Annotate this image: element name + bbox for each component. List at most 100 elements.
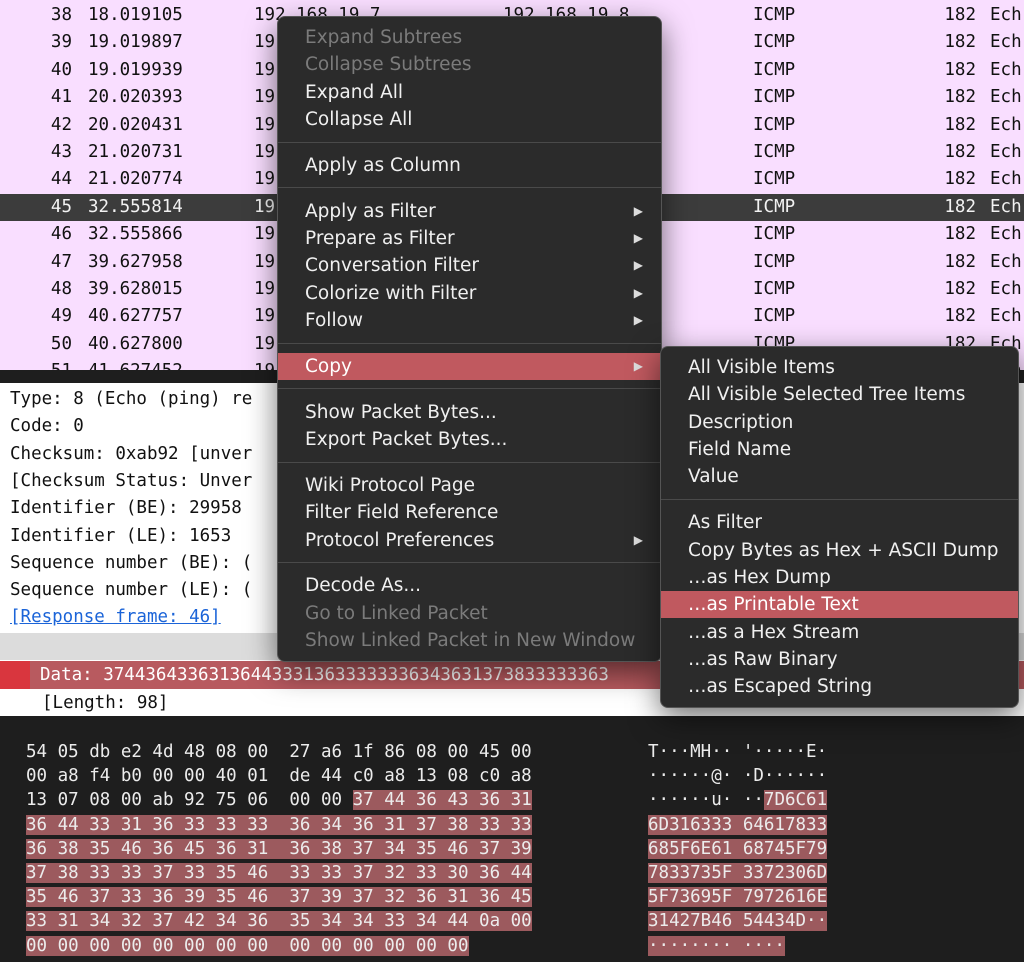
menu-item-conversation-filter[interactable]: Conversation Filter ▶ bbox=[278, 252, 661, 279]
menu-item-go-to-linked-packet: Go to Linked Packet bbox=[278, 600, 661, 627]
chevron-right-icon: ▶ bbox=[633, 312, 643, 327]
ascii-bytes-selected: 7833735F 3372306D bbox=[648, 863, 828, 883]
menu-item-label: Follow bbox=[305, 309, 364, 331]
ascii-row[interactable]: T···MH·· '·····E· bbox=[648, 740, 827, 764]
detail-field[interactable]: Sequence number (BE): ( bbox=[10, 550, 252, 577]
hex-bytes-selected: 35 46 37 33 36 39 35 46 37 39 37 32 36 3… bbox=[26, 887, 532, 908]
menu-item-as-hex-dump[interactable]: …as Hex Dump bbox=[661, 564, 1018, 591]
menu-item-label: Decode As... bbox=[305, 575, 422, 597]
ascii-row[interactable]: 7833735F 3372306D bbox=[648, 861, 828, 885]
packet-time: 18.019105 bbox=[88, 5, 183, 25]
menu-item-label: …as Hex Dump bbox=[688, 566, 831, 588]
menu-item-as-a-hex-stream[interactable]: …as a Hex Stream bbox=[661, 619, 1018, 646]
ascii-row[interactable]: ······u· ··7D6C61 bbox=[648, 788, 828, 812]
hex-row[interactable]: 37 38 33 33 37 33 35 46 33 33 37 32 33 3… bbox=[26, 861, 532, 885]
context-menu[interactable]: Expand Subtrees Collapse Subtrees Expand A… bbox=[277, 16, 662, 662]
detail-field[interactable]: Type: 8 (Echo (ping) re bbox=[10, 386, 252, 413]
menu-item-copy[interactable]: Copy ▶ bbox=[278, 352, 661, 381]
copy-submenu[interactable]: All Visible Items All Visible Selected Tr… bbox=[660, 346, 1019, 708]
hex-row[interactable]: 36 38 35 46 36 45 36 31 36 38 37 34 35 4… bbox=[26, 837, 532, 861]
ascii-row[interactable]: ········ ···· bbox=[648, 934, 785, 958]
packet-time: 19.019897 bbox=[88, 32, 183, 53]
menu-item-value[interactable]: Value bbox=[661, 463, 1018, 490]
menu-item-protocol-preferences[interactable]: Protocol Preferences ▶ bbox=[278, 527, 661, 554]
ascii-bytes-selected: 7D6C61 bbox=[763, 790, 828, 811]
detail-field[interactable]: Identifier (BE): 29958 bbox=[10, 495, 242, 522]
hex-row[interactable]: 33 31 34 32 37 42 34 36 35 34 34 33 34 4… bbox=[26, 909, 532, 933]
menu-item-as-raw-binary[interactable]: …as Raw Binary bbox=[661, 646, 1018, 673]
menu-item-field-name[interactable]: Field Name bbox=[661, 436, 1018, 463]
hex-row[interactable]: 00 00 00 00 00 00 00 00 00 00 00 00 00 0… bbox=[26, 934, 469, 958]
menu-item-prepare-as-filter[interactable]: Prepare as Filter ▶ bbox=[278, 225, 661, 252]
menu-item-all-visible-selected-tree-items[interactable]: All Visible Selected Tree Items bbox=[661, 381, 1018, 408]
menu-item-expand-all[interactable]: Expand All bbox=[278, 79, 661, 106]
hex-bytes: 13 07 08 00 ab 92 75 06 00 00 bbox=[26, 790, 353, 811]
packet-protocol: ICMP bbox=[753, 114, 796, 135]
packet-info: Ech bbox=[990, 169, 1022, 190]
packet-info: Ech bbox=[990, 5, 1022, 25]
detail-field[interactable]: Sequence number (LE): ( bbox=[10, 577, 252, 604]
ascii-row[interactable]: 6D316333 64617833 bbox=[648, 813, 828, 837]
response-frame-link[interactable]: [Response frame: 46] bbox=[10, 604, 221, 631]
detail-field[interactable]: Checksum: 0xab92 [unver bbox=[10, 441, 252, 468]
length-field[interactable]: [Length: 98] bbox=[42, 690, 168, 716]
menu-item-wiki-protocol-page[interactable]: Wiki Protocol Page bbox=[278, 472, 661, 499]
packet-time: 39.628015 bbox=[88, 279, 183, 299]
hex-row[interactable]: 36 44 33 31 36 33 33 33 36 34 36 31 37 3… bbox=[26, 813, 532, 837]
hex-row[interactable]: 00 a8 f4 b0 00 00 40 01 de 44 c0 a8 13 0… bbox=[26, 764, 532, 788]
hex-row[interactable]: 13 07 08 00 ab 92 75 06 00 00 37 44 36 4… bbox=[26, 788, 532, 812]
menu-item-as-printable-text[interactable]: …as Printable Text bbox=[661, 591, 1018, 619]
packet-source: 19 bbox=[254, 169, 276, 190]
hex-row[interactable]: 35 46 37 33 36 39 35 46 37 39 37 32 36 3… bbox=[26, 885, 532, 909]
hex-row[interactable]: 54 05 db e2 4d 48 08 00 27 a6 1f 86 08 0… bbox=[26, 740, 532, 764]
menu-item-collapse-all[interactable]: Collapse All bbox=[278, 106, 661, 133]
menu-item-all-visible-items[interactable]: All Visible Items bbox=[661, 354, 1018, 381]
packet-info: Ech bbox=[990, 59, 1022, 80]
menu-item-label: Colorize with Filter bbox=[305, 282, 477, 304]
menu-item-export-packet-bytes[interactable]: Export Packet Bytes... bbox=[278, 426, 661, 453]
hex-bytes-selected: 33 31 34 32 37 42 34 36 35 34 34 33 34 4… bbox=[26, 911, 532, 932]
packet-info: Ech bbox=[990, 142, 1022, 162]
packet-number: 48 bbox=[50, 279, 72, 299]
packet-length: 182 bbox=[944, 169, 976, 190]
menu-item-label: Apply as Filter bbox=[305, 200, 436, 222]
menu-item-decode-as[interactable]: Decode As... bbox=[278, 572, 661, 599]
packet-protocol: ICMP bbox=[753, 59, 796, 80]
menu-item-apply-as-column[interactable]: Apply as Column bbox=[278, 152, 661, 179]
detail-field[interactable]: Identifier (LE): 1653 bbox=[10, 523, 231, 550]
menu-item-label: Wiki Protocol Page bbox=[305, 474, 475, 496]
menu-item-colorize-with-filter[interactable]: Colorize with Filter ▶ bbox=[278, 280, 661, 307]
ascii-bytes-selected: 31427B46 54434D·· bbox=[648, 911, 828, 932]
detail-field[interactable]: [Checksum Status: Unver bbox=[10, 468, 252, 495]
packet-bytes-pane[interactable]: 54 05 db e2 4d 48 08 00 27 a6 1f 86 08 0… bbox=[0, 716, 1024, 962]
menu-item-as-filter[interactable]: As Filter bbox=[661, 509, 1018, 536]
packet-number: 40 bbox=[50, 59, 72, 80]
menu-item-show-packet-bytes[interactable]: Show Packet Bytes... bbox=[278, 399, 661, 426]
ascii-row[interactable]: 31427B46 54434D·· bbox=[648, 909, 828, 933]
menu-item-follow[interactable]: Follow ▶ bbox=[278, 307, 661, 334]
menu-item-label: Expand All bbox=[305, 81, 404, 103]
packet-time: 40.627800 bbox=[88, 333, 183, 354]
detail-field[interactable]: Code: 0 bbox=[10, 413, 84, 440]
menu-item-label: Go to Linked Packet bbox=[305, 602, 488, 624]
ascii-row[interactable]: ······@· ·D······ bbox=[648, 764, 827, 788]
menu-item-copy-bytes-as-hex-ascii-dump[interactable]: Copy Bytes as Hex + ASCII Dump bbox=[661, 537, 1018, 564]
packet-time: 32.555866 bbox=[88, 224, 183, 245]
menu-separator bbox=[278, 141, 661, 143]
menu-item-filter-field-reference[interactable]: Filter Field Reference bbox=[278, 499, 661, 526]
menu-item-label: Conversation Filter bbox=[305, 255, 480, 277]
packet-number: 46 bbox=[50, 224, 72, 245]
menu-item-as-escaped-string[interactable]: …as Escaped String bbox=[661, 673, 1018, 700]
packet-number: 43 bbox=[50, 142, 72, 162]
menu-item-apply-as-filter[interactable]: Apply as Filter ▶ bbox=[278, 198, 661, 225]
packet-protocol: ICMP bbox=[753, 306, 796, 327]
packet-length: 182 bbox=[944, 306, 976, 327]
menu-item-label: …as Raw Binary bbox=[688, 648, 838, 670]
menu-item-label: Apply as Column bbox=[305, 154, 461, 176]
packet-source: 19 bbox=[254, 142, 276, 162]
ascii-row[interactable]: 5F73695F 7972616E bbox=[648, 885, 828, 909]
ascii-bytes: ······u· ·· bbox=[648, 790, 764, 811]
ascii-row[interactable]: 685F6E61 68745F79 bbox=[648, 837, 828, 861]
menu-item-description[interactable]: Description bbox=[661, 409, 1018, 436]
packet-protocol: ICMP bbox=[753, 196, 796, 217]
